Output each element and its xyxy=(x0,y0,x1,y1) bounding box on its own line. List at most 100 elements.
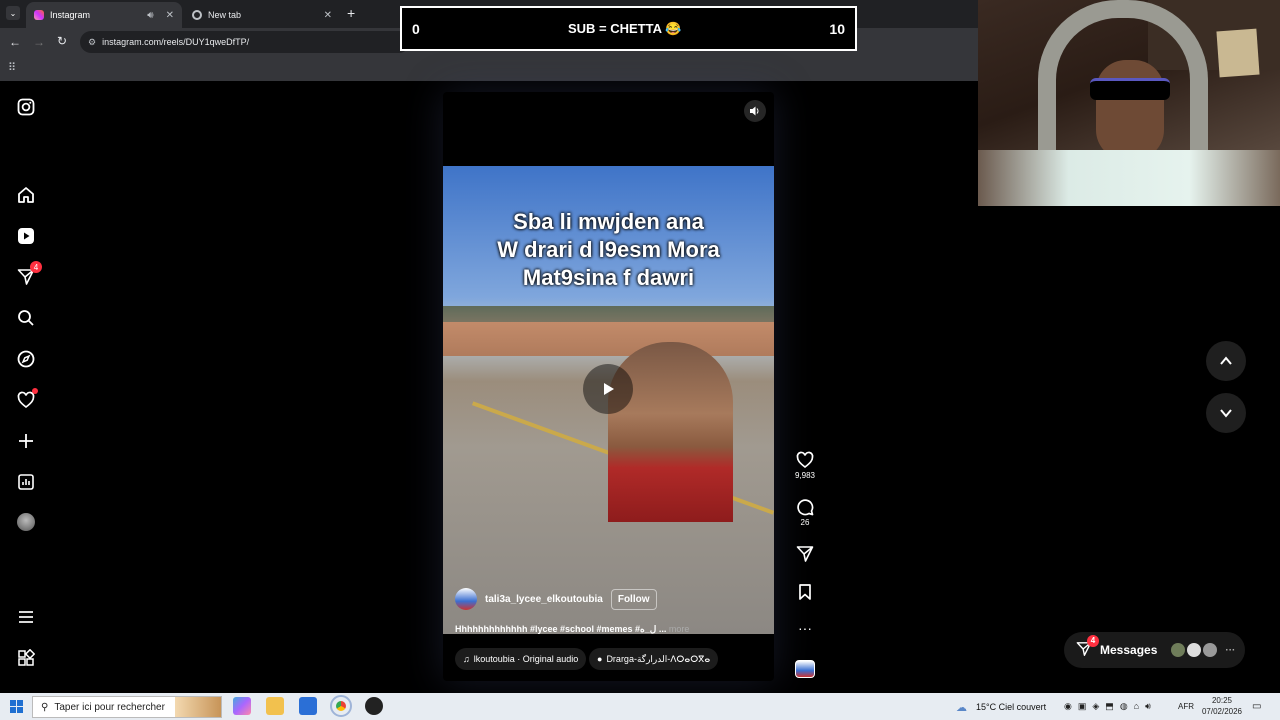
webcam-wanted-poster xyxy=(1216,28,1260,78)
address-bar[interactable]: ⚙ instagram.com/reels/DUY1qweDfTP/ xyxy=(80,31,410,53)
more-link[interactable]: more xyxy=(669,624,690,634)
webcam-overlay xyxy=(978,0,1280,206)
search-icon[interactable] xyxy=(16,308,36,328)
tray-app-icon[interactable]: ◍ xyxy=(1120,701,1128,712)
play-button[interactable] xyxy=(583,364,633,414)
direct-messages-icon[interactable]: 4 xyxy=(16,261,42,287)
reel-video-frame[interactable]: Sba li mwjden ana W drari d l9esm Mora M… xyxy=(443,166,774,634)
weather-cloud-icon[interactable]: ☁ xyxy=(956,701,967,714)
tab-audio-icon[interactable]: 🔊︎ xyxy=(147,10,153,21)
instagram-logo-icon[interactable] xyxy=(16,97,36,117)
author-avatar[interactable] xyxy=(455,588,477,610)
notification-dot xyxy=(32,388,38,394)
chrome-favicon-icon xyxy=(192,10,202,20)
create-plus-icon[interactable] xyxy=(16,431,36,451)
store-icon[interactable] xyxy=(299,697,317,715)
like-action[interactable]: 9,983 xyxy=(793,451,817,480)
input-language[interactable]: AFR xyxy=(1178,702,1194,711)
tray-app-icon[interactable]: ◈ xyxy=(1092,701,1099,712)
tray-app-icon[interactable]: ⬒ xyxy=(1105,701,1114,712)
network-icon[interactable]: ⌂ xyxy=(1134,701,1139,712)
mute-toggle-button[interactable] xyxy=(744,100,766,122)
explore-icon[interactable] xyxy=(16,349,36,369)
notifications-center-icon[interactable]: ▭ xyxy=(1252,701,1261,712)
search-highlight-image xyxy=(175,697,221,717)
tab-title: New tab xyxy=(208,10,242,20)
location-chip[interactable]: ● Drarga-الدرارگة-ⴷⵔⴰⵔⴳⴰ xyxy=(589,648,719,670)
tab-close-icon[interactable]: ✕ xyxy=(324,10,332,21)
taskbar-search-placeholder: Taper ici pour rechercher xyxy=(54,701,165,713)
reels-icon[interactable] xyxy=(16,226,36,246)
more-options-icon[interactable]: ··· xyxy=(793,620,817,636)
messages-paper-plane-icon: 4 xyxy=(1076,634,1099,660)
share-paper-plane-icon xyxy=(796,546,814,562)
more-apps-icon[interactable] xyxy=(16,648,36,668)
comment-action[interactable]: 26 xyxy=(793,498,817,527)
messages-button[interactable]: 4 Messages ··· xyxy=(1064,632,1245,668)
tab-new-tab[interactable]: New tab ✕ xyxy=(184,2,340,28)
stream-sub-counter-overlay: 0 SUB = CHETTA 😂 10 xyxy=(400,6,857,51)
messages-avatars xyxy=(1171,643,1218,657)
tab-instagram[interactable]: Instagram 🔊︎ ✕ xyxy=(26,2,182,28)
dashboard-icon[interactable] xyxy=(16,472,36,492)
like-heart-icon xyxy=(796,451,814,469)
sub-count-right: 10 xyxy=(829,20,845,37)
reel-description[interactable]: Hhhhhhhhhhhhh #lycee #school #memes #ل_ه… xyxy=(455,624,689,635)
video-person-figure xyxy=(608,342,733,522)
chrome-icon[interactable] xyxy=(330,695,352,717)
author-username[interactable]: tali3a_lycee_elkoutoubia xyxy=(485,594,603,605)
chevron-down-icon xyxy=(1220,409,1232,418)
bookmark-icon xyxy=(799,584,811,600)
copilot-icon[interactable] xyxy=(233,697,251,715)
file-explorer-icon[interactable] xyxy=(266,697,284,715)
forward-arrow-icon[interactable]: → xyxy=(33,35,45,49)
webcam-face xyxy=(1096,60,1164,160)
profile-avatar[interactable] xyxy=(16,512,36,532)
taskbar-search-icon: ⚲ xyxy=(41,701,49,713)
audio-chip[interactable]: ♫ lkoutoubia · Original audio xyxy=(455,648,587,670)
chevron-up-icon xyxy=(1220,356,1232,365)
follow-button[interactable]: Follow xyxy=(610,588,657,610)
video-caption-overlay: Sba li mwjden ana W drari d l9esm Mora M… xyxy=(497,209,720,290)
weather-text[interactable]: 15°C Ciel couvert xyxy=(976,702,1046,712)
webcam-sunglasses xyxy=(1090,78,1170,100)
previous-reel-button[interactable] xyxy=(1206,341,1246,381)
new-tab-plus-icon[interactable]: + xyxy=(347,5,355,21)
play-icon xyxy=(604,383,614,395)
comment-count: 26 xyxy=(800,518,810,527)
reload-icon[interactable]: ↻ xyxy=(57,34,67,48)
webcam-shirt xyxy=(978,150,1280,206)
taskbar-clock[interactable]: 20:25 07/02/2026 xyxy=(1200,695,1244,717)
taskbar-search-box[interactable]: ⚲ Taper ici pour rechercher xyxy=(32,696,222,718)
messages-more-icon: ··· xyxy=(1225,644,1236,656)
tray-app-icon[interactable]: ◉ xyxy=(1064,701,1072,712)
video-background-wall xyxy=(443,322,774,356)
next-reel-button[interactable] xyxy=(1206,393,1246,433)
comment-bubble-icon xyxy=(797,499,814,516)
volume-icon[interactable]: 🔊︎ xyxy=(1145,701,1151,712)
apps-grid-icon[interactable]: ⠿ xyxy=(8,61,16,74)
menu-hamburger-icon[interactable] xyxy=(16,607,36,627)
sub-count-left: 0 xyxy=(412,20,420,37)
tray-app-icon[interactable]: ▣ xyxy=(1078,701,1087,712)
obs-icon[interactable] xyxy=(365,697,383,715)
direct-badge: 4 xyxy=(30,261,42,273)
location-pin-icon: ● xyxy=(597,654,603,664)
audio-thumbnail[interactable] xyxy=(795,660,815,678)
windows-start-icon[interactable] xyxy=(10,700,23,718)
notifications-heart-icon[interactable] xyxy=(16,388,38,410)
site-info-icon[interactable]: ⚙ xyxy=(88,37,96,48)
home-icon[interactable] xyxy=(16,185,36,205)
music-note-icon: ♫ xyxy=(463,654,470,664)
tab-title: Instagram xyxy=(50,10,91,20)
messages-label: Messages xyxy=(1100,643,1158,657)
url-text: instagram.com/reels/DUY1qweDfTP/ xyxy=(102,37,250,47)
back-arrow-icon[interactable]: ← xyxy=(9,35,21,49)
tab-close-icon[interactable]: ✕ xyxy=(166,10,174,21)
instagram-favicon-icon xyxy=(34,10,44,20)
system-tray: ◉ ▣ ◈ ⬒ ◍ ⌂ 🔊︎ xyxy=(1064,701,1151,712)
save-action[interactable] xyxy=(793,583,817,601)
reel-player[interactable]: Sba li mwjden ana W drari d l9esm Mora M… xyxy=(443,92,774,681)
share-action[interactable] xyxy=(793,545,817,563)
tab-search-button[interactable]: ⌄ xyxy=(6,6,20,20)
